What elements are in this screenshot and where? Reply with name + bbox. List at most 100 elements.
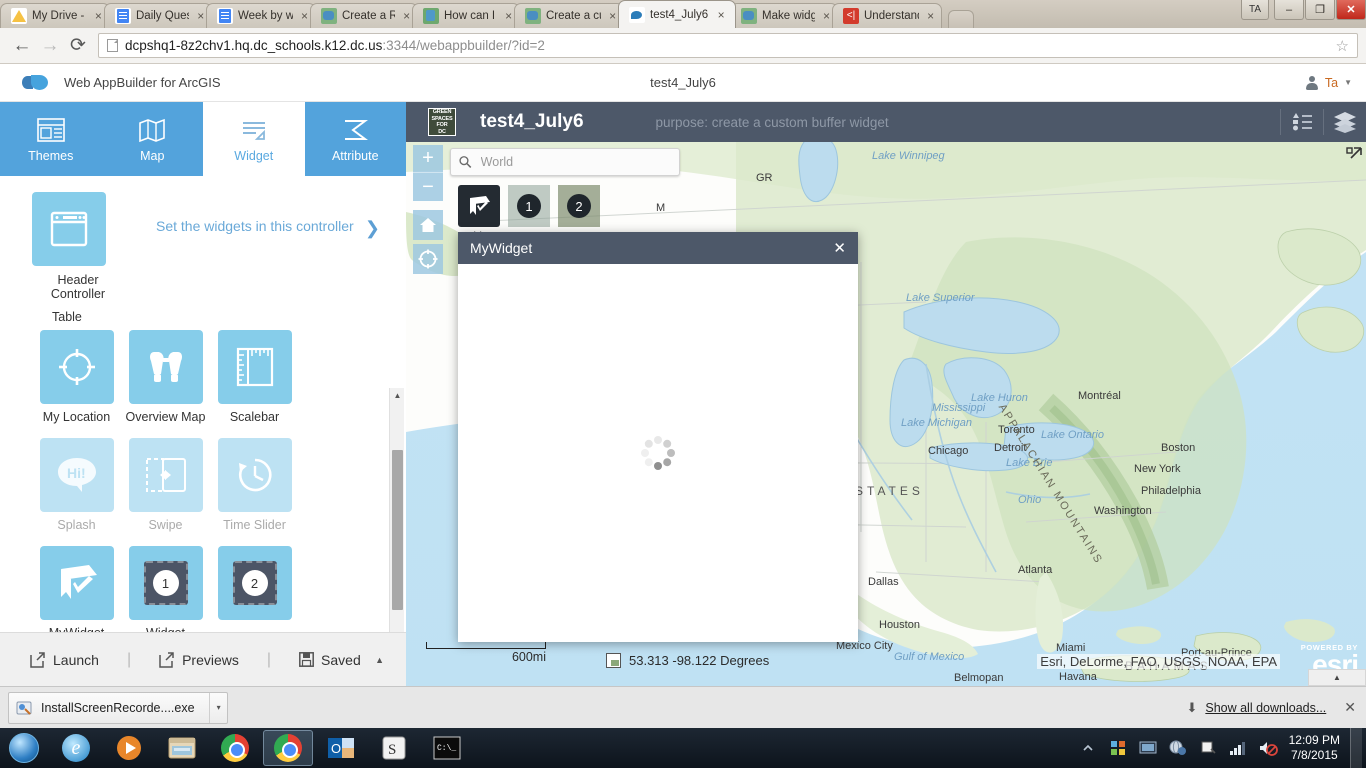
widget-tile-widget[interactable]: 1 — [128, 546, 203, 620]
taskbar-item-command-prompt[interactable]: C:\_ — [422, 730, 472, 766]
map-footer-collapse-button[interactable]: ▲ — [1308, 669, 1366, 686]
home-button[interactable] — [413, 210, 443, 240]
tab-close-icon[interactable]: × — [715, 9, 727, 21]
show-desktop-button[interactable] — [1350, 728, 1362, 768]
config-panel-body: Header Controller Set the widgets in thi… — [0, 176, 406, 686]
taskbar-item-media-player[interactable] — [104, 730, 154, 766]
tray-volume-muted-icon[interactable] — [1257, 737, 1279, 759]
tab-close-icon[interactable]: × — [822, 10, 831, 22]
map-area[interactable]: Lake WinnipegVancouverLake SuperiorLake … — [406, 102, 1366, 686]
legend-icon[interactable] — [1281, 102, 1323, 142]
forward-button[interactable]: → — [36, 32, 64, 60]
footer-collapse-icon[interactable]: ▲ — [375, 655, 384, 665]
map-label: Havana — [1059, 671, 1097, 683]
browser-tab-2[interactable]: Week by week × — [206, 3, 316, 28]
tray-network-monitor-icon[interactable] — [1137, 737, 1159, 759]
tray-expand-icon[interactable] — [1077, 737, 1099, 759]
download-bar-close-icon[interactable]: ✕ — [1344, 699, 1356, 716]
download-item[interactable]: InstallScreenRecorde....exe ▾ — [8, 691, 228, 724]
footer-separator-2: | — [266, 650, 272, 668]
browser-tab-4[interactable]: How can I add × — [412, 3, 520, 28]
zoom-out-button[interactable]: − — [413, 173, 443, 201]
map-label: Washington — [1094, 505, 1152, 517]
browser-tab-1[interactable]: Daily Question × — [104, 3, 212, 28]
widget-tile-scalebar[interactable] — [217, 330, 292, 404]
saved-button[interactable]: Saved — [299, 652, 361, 668]
previews-button[interactable]: Previews — [159, 652, 239, 668]
widget-tile-splash[interactable]: Hi! — [39, 438, 114, 512]
window-close-button[interactable]: ✕ — [1336, 0, 1366, 20]
tab-map[interactable]: Map — [102, 102, 204, 176]
browser-tab-label: Daily Question — [136, 10, 189, 22]
expand-icon[interactable] — [1345, 146, 1363, 168]
taskbar-item-outlook[interactable]: O — [316, 730, 366, 766]
tab-close-icon[interactable]: × — [608, 10, 617, 22]
map-coordinates[interactable]: 53.313 -98.122 Degrees — [606, 653, 769, 668]
tray-plug-icon[interactable] — [1197, 737, 1219, 759]
taskbar-item-chrome-2[interactable] — [263, 730, 313, 766]
tab-close-icon[interactable]: × — [300, 10, 309, 22]
widget-tile-mywidget[interactable] — [39, 546, 114, 620]
bookmark-star-icon[interactable]: ☆ — [1336, 37, 1349, 55]
taskbar-item-internet-explorer[interactable] — [51, 730, 101, 766]
header-controller-tile[interactable] — [32, 192, 106, 266]
show-all-downloads-link[interactable]: Show all downloads... — [1205, 701, 1326, 715]
esri-icon — [629, 6, 645, 23]
set-widgets-link[interactable]: Set the widgets in this controller — [156, 218, 354, 234]
browser-user-button[interactable]: TA — [1240, 0, 1269, 20]
header-controller-name-line2: Controller — [50, 287, 106, 301]
tab-close-icon[interactable]: × — [94, 10, 103, 22]
tab-attribute[interactable]: Attribute — [305, 102, 407, 176]
browser-tab-3[interactable]: Create a Re-u × — [310, 3, 418, 28]
browser-tab-6[interactable]: test4_July6 × — [618, 0, 736, 28]
coordinate-icon[interactable] — [606, 653, 621, 668]
search-input[interactable] — [478, 154, 671, 170]
widget-button-1[interactable]: 1 — [508, 185, 550, 227]
tray-globe-icon[interactable] — [1167, 737, 1189, 759]
browser-tab-5[interactable]: Create a custo × — [514, 3, 624, 28]
widget-tile-overview-map[interactable] — [128, 330, 203, 404]
taskbar-item-chrome-1[interactable] — [210, 730, 260, 766]
browser-tab-7[interactable]: Make widgets × — [730, 3, 838, 28]
window-minimize-button[interactable]: – — [1274, 0, 1304, 20]
zoom-in-button[interactable]: + — [413, 145, 443, 173]
back-button[interactable]: ← — [8, 32, 36, 60]
widget-1-badge: 1 — [517, 194, 541, 218]
tab-close-icon[interactable]: × — [504, 10, 513, 22]
widget-tile-placeholder-2[interactable]: 2 — [217, 546, 292, 620]
tray-signal-icon[interactable] — [1227, 737, 1249, 759]
widget-tile-time-slider[interactable] — [217, 438, 292, 512]
tab-close-icon[interactable]: × — [926, 10, 935, 22]
tab-close-icon[interactable]: × — [402, 10, 411, 22]
widget-tile-my-location[interactable] — [39, 330, 114, 404]
scrollbar-thumb[interactable] — [392, 450, 403, 610]
download-caret-icon[interactable]: ▾ — [208, 692, 221, 723]
mywidget-button[interactable] — [458, 185, 500, 227]
map-search-box[interactable] — [450, 148, 680, 176]
appbuilder-app-name: test4_July6 — [650, 75, 716, 90]
widget-tile-swipe[interactable] — [128, 438, 203, 512]
taskbar-item-file-explorer[interactable] — [157, 730, 207, 766]
chevron-right-icon[interactable]: ❯ — [365, 218, 380, 239]
taskbar-item-snagit[interactable]: S — [369, 730, 419, 766]
tray-grid-icon[interactable] — [1107, 737, 1129, 759]
address-bar[interactable]: dcpshq1-8z2chv1.hq.dc_schools.k12.dc.us … — [98, 33, 1358, 58]
tab-close-icon[interactable]: × — [196, 10, 205, 22]
widget-button-2[interactable]: 2 — [558, 185, 600, 227]
start-button[interactable] — [0, 729, 48, 767]
browser-tab-8[interactable]: <| Understanding × — [832, 3, 942, 28]
tab-widget[interactable]: Widget — [203, 102, 305, 176]
new-tab-button[interactable] — [948, 10, 974, 28]
scroll-up-arrow-icon[interactable]: ▲ — [390, 388, 405, 403]
tab-themes[interactable]: Themes — [0, 102, 102, 176]
close-icon[interactable]: ✕ — [833, 241, 846, 256]
mywidget-window[interactable]: MyWidget ✕ — [458, 232, 858, 642]
launch-button[interactable]: Launch — [30, 652, 99, 668]
browser-tab-label: test4_July6 — [650, 8, 709, 21]
window-maximize-button[interactable]: ❐ — [1305, 0, 1335, 20]
locate-button[interactable] — [413, 244, 443, 274]
browser-tab-0[interactable]: My Drive - Go × — [0, 3, 110, 28]
taskbar-clock[interactable]: 12:09 PM 7/8/2015 — [1289, 733, 1340, 763]
reload-button[interactable]: ⟳ — [64, 32, 92, 60]
layers-icon[interactable] — [1324, 102, 1366, 142]
